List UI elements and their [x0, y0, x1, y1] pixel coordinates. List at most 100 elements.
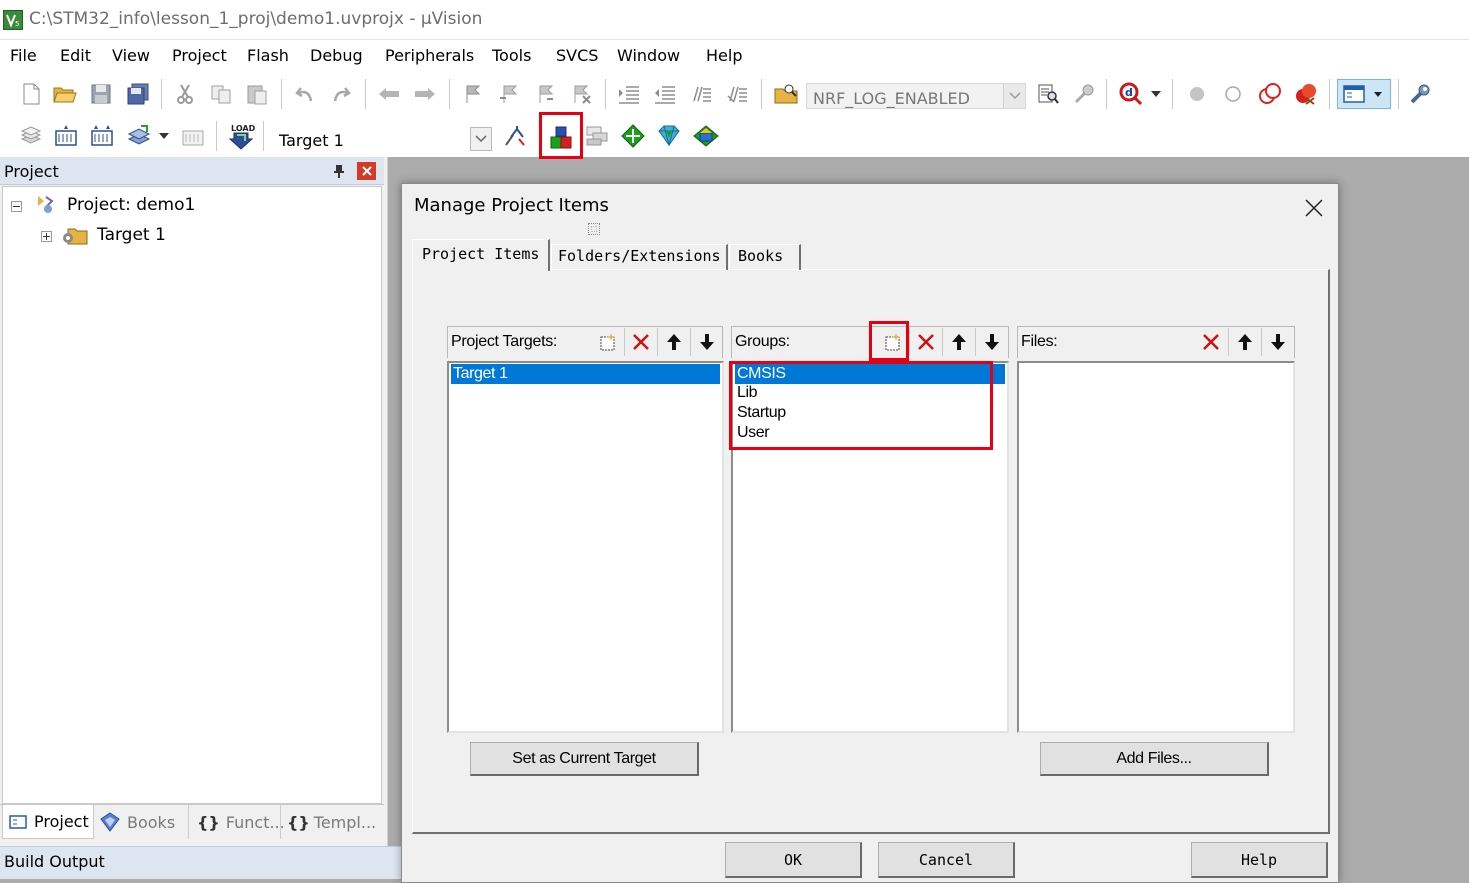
tab-project[interactable]: Project: [2, 805, 94, 839]
delete-file-button[interactable]: [1195, 328, 1227, 356]
navigate-back-icon[interactable]: [376, 81, 402, 107]
tab-books[interactable]: Books: [729, 244, 801, 270]
project-pane-header: Project: [0, 157, 384, 185]
arrow-up-icon: [666, 334, 681, 350]
files-header: Files:: [1017, 326, 1295, 358]
incremental-find-icon[interactable]: [1070, 81, 1098, 107]
indent-icon[interactable]: [616, 81, 642, 107]
manage-run-time-environment-icon[interactable]: [618, 123, 648, 149]
translate-icon[interactable]: [18, 123, 44, 149]
menu-help[interactable]: Help: [706, 46, 742, 65]
chevron-down-icon[interactable]: [1003, 84, 1025, 108]
pack-packages-icon[interactable]: [690, 123, 722, 149]
tab-project-items[interactable]: Project Items: [412, 239, 550, 271]
move-target-down-button[interactable]: [690, 328, 722, 356]
books-icon: [98, 811, 122, 833]
new-file-icon[interactable]: [18, 81, 44, 107]
debug-session-icon[interactable]: d: [1117, 80, 1145, 108]
batch-dropdown-icon[interactable]: [156, 128, 172, 144]
bookmark-next-icon[interactable]: [532, 81, 558, 107]
help-button[interactable]: Help: [1191, 842, 1328, 878]
menu-window[interactable]: Window: [617, 46, 680, 65]
project-tree: Project: demo1 Target 1: [2, 186, 382, 804]
bookmark-prev-icon[interactable]: [496, 81, 522, 107]
rebuild-icon[interactable]: [88, 123, 116, 149]
delete-target-button[interactable]: [624, 328, 656, 356]
move-file-up-button[interactable]: [1228, 328, 1260, 356]
tab-templates[interactable]: {} Templ...: [280, 805, 380, 839]
paste-icon[interactable]: [244, 81, 270, 107]
add-files-button[interactable]: Add Files...: [1040, 742, 1269, 776]
ok-button[interactable]: OK: [725, 842, 862, 878]
save-all-icon[interactable]: [124, 81, 152, 107]
collapse-icon[interactable]: [11, 201, 22, 212]
move-file-down-button[interactable]: [1261, 328, 1293, 356]
tree-target[interactable]: Target 1: [97, 225, 166, 245]
move-group-down-button[interactable]: [975, 328, 1007, 356]
move-group-up-button[interactable]: [942, 328, 974, 356]
undo-icon[interactable]: [292, 81, 318, 107]
menu-flash[interactable]: Flash: [247, 46, 289, 65]
insert-breakpoint-icon[interactable]: [1184, 81, 1210, 107]
target-combo[interactable]: Target 1: [272, 125, 494, 153]
select-packs-icon[interactable]: [582, 123, 612, 149]
save-icon[interactable]: [88, 81, 114, 107]
svg-text:LOAD: LOAD: [231, 124, 255, 133]
find-in-files-icon[interactable]: [772, 81, 800, 107]
delete-icon: [1203, 334, 1219, 350]
window-layout-icon[interactable]: [1337, 79, 1391, 109]
open-file-icon[interactable]: [52, 81, 78, 107]
tree-root[interactable]: Project: demo1: [67, 195, 195, 215]
delete-group-button[interactable]: [909, 328, 941, 356]
list-item[interactable]: Target 1: [451, 364, 720, 384]
menu-debug[interactable]: Debug: [310, 46, 363, 65]
uncomment-icon[interactable]: [724, 81, 750, 107]
manage-project-items-dialog: Manage Project Items Project Items Folde…: [401, 183, 1339, 883]
highlight-new-group-button: [869, 321, 909, 361]
find-icon[interactable]: [1034, 81, 1062, 107]
menu-file[interactable]: File: [10, 46, 37, 65]
pin-icon[interactable]: [330, 162, 348, 180]
project-tab-icon: [7, 813, 29, 831]
navigate-forward-icon[interactable]: [412, 81, 438, 107]
pack-installer-icon[interactable]: [654, 123, 684, 149]
menu-svcs[interactable]: SVCS: [556, 46, 598, 65]
menu-tools[interactable]: Tools: [492, 46, 531, 65]
copy-icon[interactable]: [208, 81, 234, 107]
tab-folders-extensions-label: Folders/Extensions: [558, 247, 721, 265]
set-current-target-button[interactable]: Set as Current Target: [470, 742, 699, 776]
build-icon[interactable]: [52, 123, 80, 149]
unindent-icon[interactable]: [652, 81, 678, 107]
cancel-button[interactable]: Cancel: [878, 842, 1015, 878]
chevron-down-icon[interactable]: [470, 127, 492, 151]
menu-project[interactable]: Project: [172, 46, 227, 65]
kill-all-breakpoints-icon[interactable]: [1292, 81, 1320, 107]
disable-breakpoint-icon[interactable]: [1220, 81, 1246, 107]
files-list[interactable]: [1017, 361, 1295, 733]
debug-dropdown-icon[interactable]: [1148, 85, 1164, 103]
targets-list[interactable]: Target 1: [447, 361, 724, 733]
comment-icon[interactable]: [688, 81, 714, 107]
tab-functions[interactable]: {} Funct...: [188, 805, 285, 839]
target-options-icon[interactable]: [500, 123, 530, 149]
tab-books[interactable]: Books: [98, 805, 182, 839]
bookmark-clear-icon[interactable]: [568, 81, 594, 107]
cut-icon[interactable]: [172, 81, 198, 107]
close-pane-icon[interactable]: [357, 162, 376, 180]
redo-icon[interactable]: [328, 81, 354, 107]
tab-folders-extensions[interactable]: Folders/Extensions: [551, 244, 728, 270]
menu-peripherals[interactable]: Peripherals: [385, 46, 474, 65]
disable-all-breakpoints-icon[interactable]: [1256, 81, 1284, 107]
new-target-button[interactable]: [592, 328, 624, 356]
configure-wrench-icon[interactable]: [1406, 81, 1434, 107]
bookmark-toggle-icon[interactable]: [460, 81, 486, 107]
download-load-icon[interactable]: LOAD: [226, 121, 256, 151]
move-target-up-button[interactable]: [657, 328, 689, 356]
menu-view[interactable]: View: [112, 46, 150, 65]
batch-build-icon[interactable]: [124, 123, 154, 149]
define-combo[interactable]: NRF_LOG_ENABLED: [806, 83, 1026, 109]
close-icon[interactable]: [1299, 193, 1329, 223]
menu-edit[interactable]: Edit: [60, 46, 91, 65]
stop-build-icon[interactable]: [178, 123, 208, 149]
expand-icon[interactable]: [41, 231, 52, 242]
